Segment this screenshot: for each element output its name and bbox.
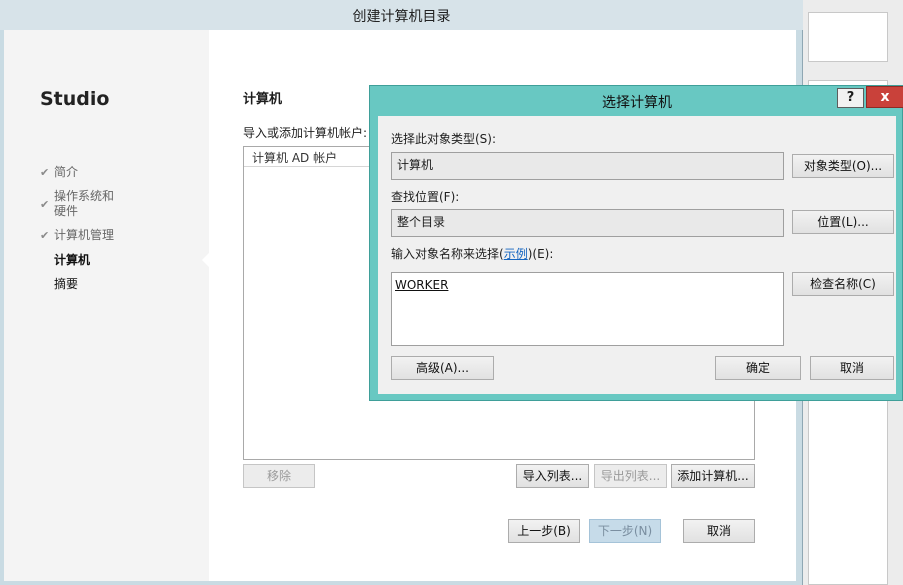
select-computers-dialog: 选择计算机 ? x 选择此对象类型(S): 计算机 对象类型(O)... 查找位… <box>369 85 903 401</box>
import-list-button[interactable]: 导入列表... <box>516 464 589 488</box>
remove-button[interactable]: 移除 <box>243 464 315 488</box>
locations-button[interactable]: 位置(L)... <box>792 210 894 234</box>
dialog-title: 选择计算机 <box>602 95 672 111</box>
examples-link[interactable]: 示例 <box>504 247 528 261</box>
nav-item-label: 简介 <box>54 165 79 179</box>
column-header-ad-account[interactable]: 计算机 AD 帐户 <box>244 147 374 167</box>
next-button[interactable]: 下一步(N) <box>589 519 661 543</box>
nav-item-machine-management: ✔ 计算机管理 <box>40 228 114 243</box>
nav-current-pointer <box>202 252 210 268</box>
advanced-button[interactable]: 高级(A)... <box>391 356 494 380</box>
ok-button[interactable]: 确定 <box>715 356 801 380</box>
object-names-label-text: 输入对象名称来选择( <box>391 247 504 261</box>
nav-item-os-hardware: ✔ 操作系统和 硬件 <box>40 189 114 219</box>
wizard-nav: Studio ✔ 简介 ✔ 操作系统和 硬件 ✔ 计算机管理 计算机 摘要 <box>4 30 210 581</box>
close-icon: x <box>880 89 890 105</box>
export-list-button[interactable]: 导出列表... <box>594 464 667 488</box>
background-pane <box>808 12 888 62</box>
close-button[interactable]: x <box>866 86 903 108</box>
help-button[interactable]: ? <box>837 88 864 108</box>
check-icon: ✔ <box>40 166 50 179</box>
object-type-field: 计算机 <box>391 152 784 180</box>
object-names-input[interactable]: WORKER <box>391 272 784 346</box>
check-icon: ✔ <box>40 229 50 242</box>
dialog-cancel-button[interactable]: 取消 <box>810 356 894 380</box>
dialog-body: 选择此对象类型(S): 计算机 对象类型(O)... 查找位置(F): 整个目录… <box>378 116 896 394</box>
nav-item-label: 操作系统和 硬件 <box>54 189 115 218</box>
import-label: 导入或添加计算机帐户: <box>243 126 368 140</box>
wizard-titlebar[interactable]: 创建计算机目录 <box>0 0 803 30</box>
wizard-title: 创建计算机目录 <box>352 9 451 25</box>
object-names-label: 输入对象名称来选择(示例)(E): <box>391 245 553 262</box>
object-type-label: 选择此对象类型(S): <box>391 132 497 146</box>
object-names-label-suffix: )(E): <box>527 247 554 261</box>
back-button[interactable]: 上一步(B) <box>508 519 580 543</box>
object-types-button[interactable]: 对象类型(O)... <box>792 154 894 178</box>
nav-item-computers: 计算机 <box>54 253 91 267</box>
nav-item-label: 计算机管理 <box>54 228 115 242</box>
add-computers-button[interactable]: 添加计算机... <box>671 464 755 488</box>
cancel-button[interactable]: 取消 <box>683 519 755 543</box>
object-name-value: WORKER <box>395 278 449 292</box>
nav-item-summary: 摘要 <box>54 277 79 291</box>
nav-item-intro: ✔ 简介 <box>40 165 78 180</box>
studio-brand: Studio <box>40 88 110 110</box>
check-icon: ✔ <box>40 198 50 211</box>
location-field: 整个目录 <box>391 209 784 237</box>
page-title: 计算机 <box>243 92 283 107</box>
location-label: 查找位置(F): <box>391 190 460 204</box>
check-names-button[interactable]: 检查名称(C) <box>792 272 894 296</box>
